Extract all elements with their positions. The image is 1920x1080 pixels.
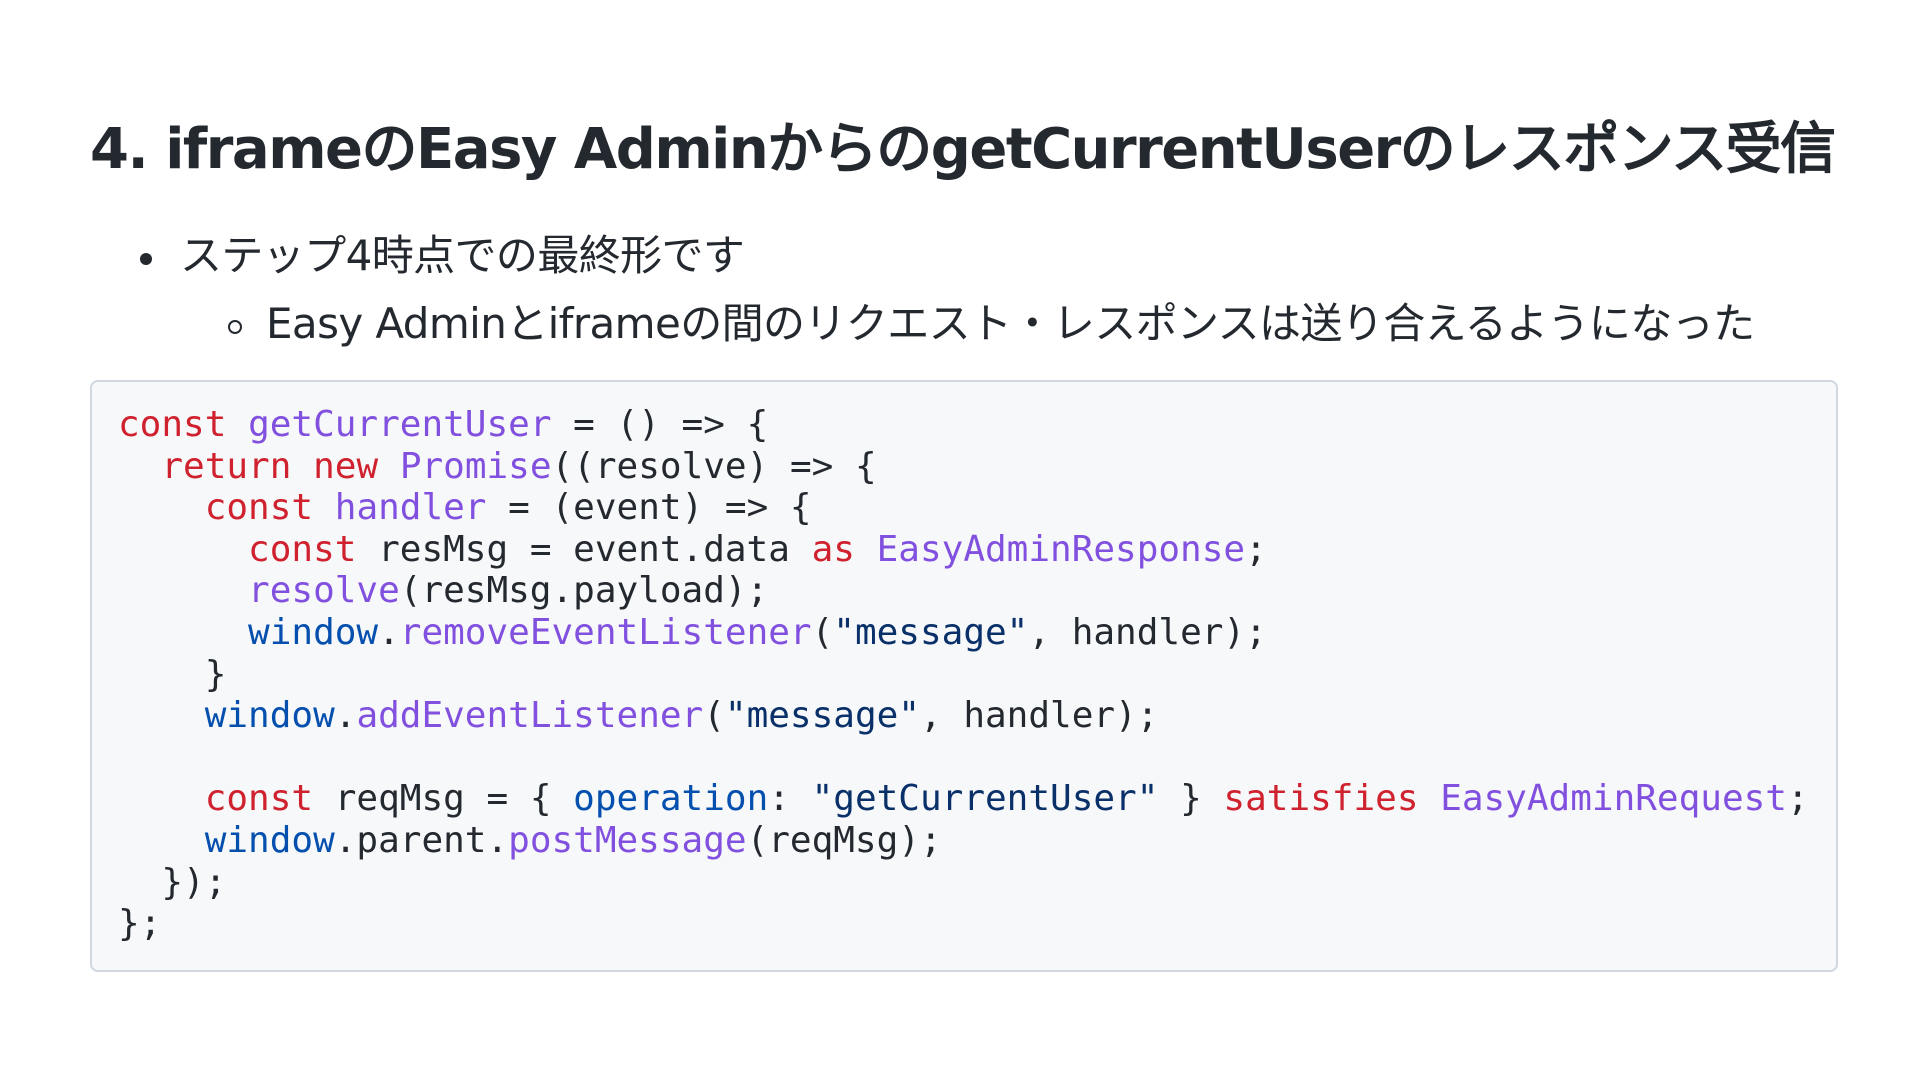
code-token: = (event) => { <box>486 487 812 529</box>
slide: 4. iframeのEasy AdminからのgetCurrentUserのレス… <box>0 0 1920 1080</box>
code-token: window <box>248 611 379 653</box>
circle-bullet-icon <box>228 320 242 334</box>
code-line: window.parent.postMessage(reqMsg); <box>118 820 1809 862</box>
code-content: const getCurrentUser = () => { return ne… <box>118 404 1809 945</box>
code-token: (resMsg.payload); <box>399 570 769 612</box>
code-line: window.removeEventListener("message", ha… <box>118 612 1809 654</box>
code-token: , handler); <box>1028 611 1267 653</box>
code-token: ( <box>811 611 834 653</box>
code-token: Promise <box>399 445 552 487</box>
code-line: const handler = (event) => { <box>118 487 1809 529</box>
code-token: getCurrentUser <box>248 404 552 445</box>
code-token: : <box>768 778 812 820</box>
code-token: ; <box>1786 778 1809 820</box>
code-line: const reqMsg = { operation: "getCurrentU… <box>118 778 1809 820</box>
code-token: } <box>118 653 227 695</box>
code-token: ((resolve) => { <box>551 445 877 487</box>
code-line: }); <box>118 862 1809 904</box>
code-token: handler <box>334 487 487 529</box>
code-token: as <box>811 528 855 570</box>
code-token: addEventListener <box>356 695 704 737</box>
code-line: } <box>118 654 1809 696</box>
code-token: }; <box>118 903 162 945</box>
code-line: return new Promise((resolve) => { <box>118 446 1809 488</box>
code-token: resolve <box>248 570 400 612</box>
code-token: const <box>204 778 314 820</box>
slide-title: 4. iframeのEasy AdminからのgetCurrentUserのレス… <box>90 117 1836 182</box>
code-token: window <box>204 819 335 861</box>
code-token: operation <box>573 778 769 820</box>
sub-bullet-item: Easy Adminとiframeの間のリクエスト・レスポンスは送り合えるように… <box>90 290 1755 358</box>
code-token: resMsg = event.data <box>356 528 812 570</box>
code-token: window <box>204 695 335 737</box>
code-block: const getCurrentUser = () => { return ne… <box>90 380 1838 972</box>
code-token: "message" <box>833 611 1029 653</box>
code-token: removeEventListener <box>399 611 812 653</box>
code-token: EasyAdminResponse <box>876 528 1246 570</box>
code-token: reqMsg = { <box>313 778 574 820</box>
sub-bullet-text: Easy Adminとiframeの間のリクエスト・レスポンスは送り合えるように… <box>266 299 1755 348</box>
code-token: . <box>378 611 400 653</box>
code-token: return <box>161 445 292 487</box>
code-token: .parent. <box>334 819 509 861</box>
code-token: const <box>204 487 314 529</box>
bullet-text: ステップ4時点での最終形です <box>180 231 745 280</box>
code-line: resolve(resMsg.payload); <box>118 570 1809 612</box>
code-token: . <box>334 695 357 737</box>
bullet-list: ステップ4時点での最終形です Easy Adminとiframeの間のリクエスト… <box>90 222 1755 358</box>
disc-bullet-icon <box>140 253 152 265</box>
code-token: const <box>118 404 227 445</box>
code-line: const resMsg = event.data as EasyAdminRe… <box>118 529 1809 571</box>
code-token: "message" <box>724 695 920 737</box>
code-token: = () => { <box>551 404 769 445</box>
code-token: } <box>1158 778 1224 820</box>
code-token: EasyAdminRequest <box>1440 778 1787 820</box>
code-token: const <box>248 528 357 570</box>
code-line: }; <box>118 903 1809 945</box>
code-token: postMessage <box>508 819 747 861</box>
code-token: ; <box>1245 528 1267 570</box>
code-token: (reqMsg); <box>746 819 942 861</box>
code-token: "getCurrentUser" <box>811 778 1159 820</box>
code-line: window.addEventListener("message", handl… <box>118 695 1809 737</box>
code-token: new <box>313 445 379 487</box>
code-token: }); <box>118 861 227 903</box>
code-token: , handler); <box>919 695 1159 737</box>
bullet-item: ステップ4時点での最終形です <box>90 222 1755 290</box>
code-line: const getCurrentUser = () => { <box>118 404 1809 446</box>
code-token: ( <box>703 695 725 737</box>
code-token: satisfies <box>1223 778 1419 820</box>
